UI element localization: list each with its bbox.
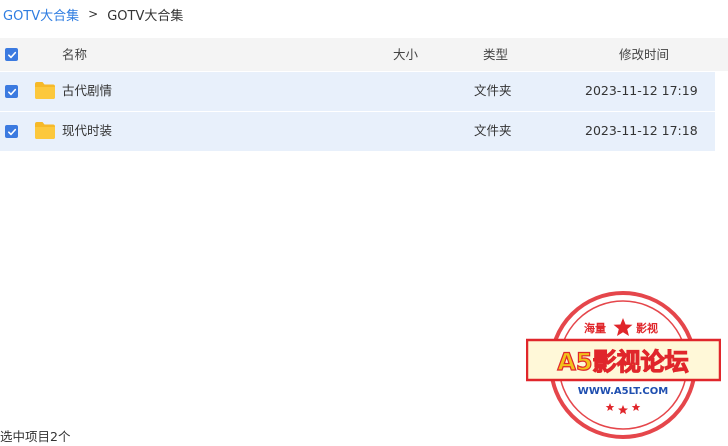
status-bar: 选中项目2个 [0, 426, 70, 445]
column-header-name[interactable]: 名称 [62, 47, 87, 63]
check-icon [7, 51, 16, 58]
file-type: 文件夹 [474, 123, 512, 138]
breadcrumb-separator: > [88, 7, 99, 21]
star-icon [613, 318, 633, 336]
check-icon [7, 88, 16, 95]
breadcrumb-root-link[interactable]: GOTV大合集 [3, 5, 79, 24]
column-header-modified[interactable]: 修改时间 [619, 47, 669, 63]
watermark-stamp: 海量 影视 A5影视论坛 WWW.A5LT.COM [526, 291, 721, 439]
file-name[interactable]: 古代剧情 [62, 83, 112, 99]
breadcrumb: GOTV大合集 > GOTV大合集 [3, 5, 184, 24]
file-modified: 2023-11-12 17:18 [585, 123, 698, 138]
star-icon [618, 405, 628, 415]
file-type: 文件夹 [474, 83, 512, 98]
table-header: 名称 大小 类型 修改时间 [0, 38, 728, 71]
select-all-checkbox[interactable] [5, 48, 18, 61]
folder-icon [35, 82, 55, 99]
selection-count: 选中项目2个 [0, 429, 71, 444]
column-header-size[interactable]: 大小 [393, 47, 418, 63]
check-icon [7, 128, 16, 135]
table-row[interactable]: 现代时装 文件夹 2023-11-12 17:18 [0, 112, 715, 151]
watermark-top-right: 影视 [636, 321, 658, 335]
file-name[interactable]: 现代时装 [62, 123, 112, 139]
row-checkbox[interactable] [5, 125, 18, 138]
watermark-main-text: A5影视论坛 [557, 348, 688, 376]
watermark-top-left: 海量 [584, 321, 606, 335]
star-icon [631, 403, 641, 411]
breadcrumb-current: GOTV大合集 [107, 8, 184, 24]
watermark-url: WWW.A5LT.COM [578, 386, 668, 397]
file-browser-window: { "breadcrumb": { "root": "GOTV大合集", "se… [0, 0, 728, 446]
folder-icon [35, 122, 55, 139]
row-checkbox[interactable] [5, 85, 18, 98]
column-header-type[interactable]: 类型 [483, 47, 508, 63]
file-modified: 2023-11-12 17:19 [585, 83, 698, 98]
star-icon [605, 403, 615, 411]
table-row[interactable]: 古代剧情 文件夹 2023-11-12 17:19 [0, 72, 715, 111]
